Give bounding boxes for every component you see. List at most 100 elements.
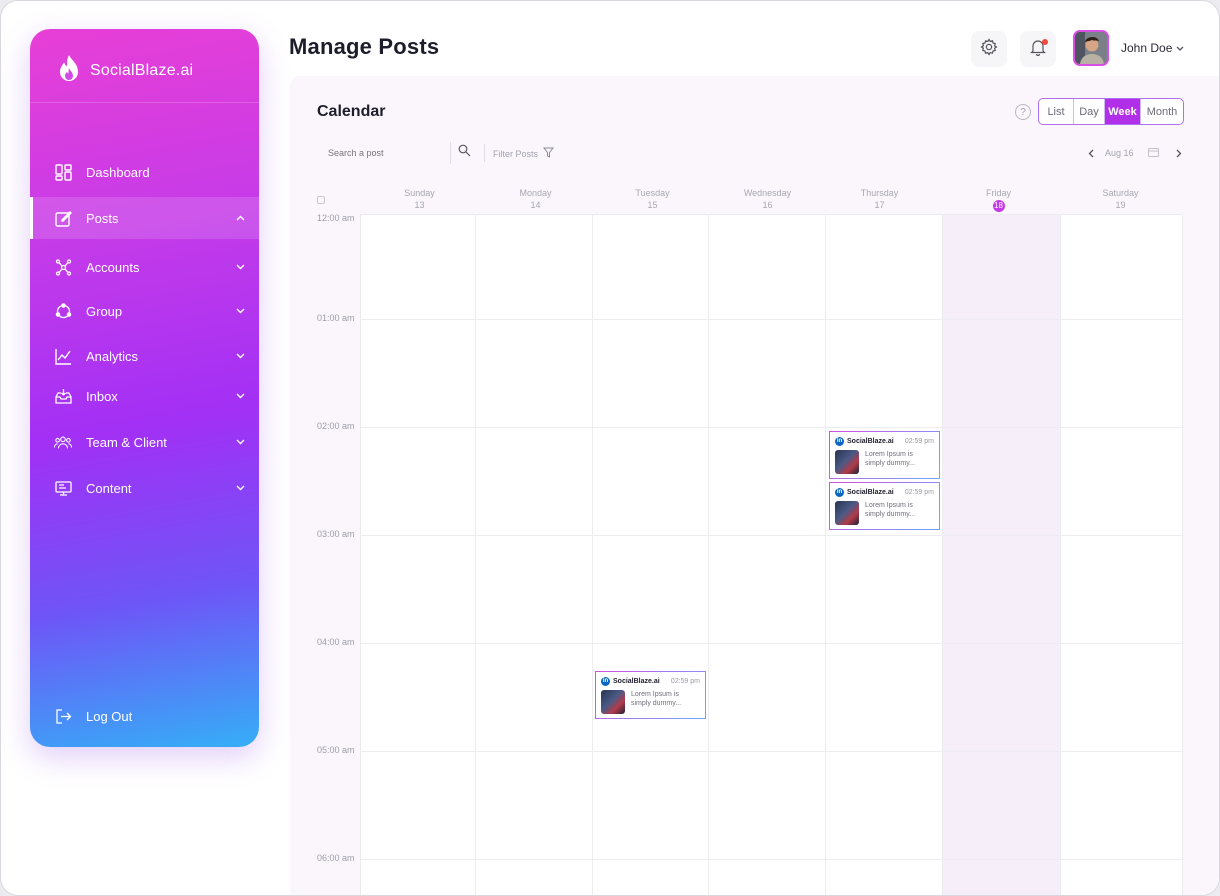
group-icon — [54, 302, 72, 320]
sidebar-item-label: Analytics — [86, 348, 139, 364]
search-button[interactable] — [455, 144, 473, 162]
next-week-button[interactable] — [1173, 147, 1185, 159]
notifications-button[interactable] — [1020, 31, 1056, 67]
sidebar-item-content[interactable]: Content — [30, 467, 259, 509]
post-account: SocialBlaze.ai — [613, 677, 660, 685]
filter-label: Filter Posts — [493, 148, 539, 159]
day-name: Monday — [519, 188, 552, 198]
day-header-wednesday: Wednesday 16 — [709, 187, 826, 211]
team-icon — [54, 433, 72, 451]
day-column[interactable] — [826, 215, 943, 895]
filter-icon — [542, 147, 555, 160]
sidebar-item-dashboard[interactable]: Dashboard — [30, 151, 259, 193]
help-icon[interactable]: ? — [1015, 104, 1031, 120]
prev-week-button[interactable] — [1085, 147, 1097, 159]
logout-button[interactable]: Log Out — [30, 695, 259, 737]
hour-line — [361, 859, 1184, 860]
day-header-sunday: Sunday 13 — [361, 187, 478, 211]
post-account: SocialBlaze.ai — [847, 437, 894, 445]
view-switcher: List Day Week Month — [1038, 98, 1184, 125]
chevron-up-icon — [235, 213, 245, 223]
sidebar-item-label: Group — [86, 303, 123, 319]
chevron-down-icon — [235, 351, 245, 361]
day-header-tuesday: Tuesday 15 — [594, 187, 711, 211]
sidebar-item-group[interactable]: Group — [30, 290, 259, 332]
post-card[interactable]: in SocialBlaze.ai 02:59 pm Lorem Ipsum is … — [595, 671, 706, 719]
day-column[interactable] — [476, 215, 593, 895]
sidebar-item-team-client[interactable]: Team & Client — [30, 421, 259, 463]
accounts-icon — [54, 258, 72, 276]
post-time: 02:59 pm — [904, 488, 934, 496]
inbox-icon — [54, 387, 72, 405]
linkedin-icon: in — [601, 676, 610, 686]
gear-icon — [980, 37, 998, 61]
content-icon — [54, 479, 72, 497]
week-grid[interactable] — [360, 214, 1184, 895]
sidebar: SocialBlaze.ai Dashboard Posts Accounts — [30, 29, 259, 747]
post-time: 02:59 pm — [904, 437, 934, 445]
select-all-checkbox[interactable] — [317, 196, 325, 204]
day-name: Wednesday — [743, 188, 792, 198]
user-menu[interactable]: John Doe — [1121, 41, 1184, 55]
logout-label: Log Out — [86, 708, 133, 724]
settings-button[interactable] — [971, 31, 1007, 67]
page-title: Manage Posts — [289, 34, 440, 59]
flame-logo-icon — [56, 54, 82, 89]
day-column[interactable] — [1061, 215, 1183, 895]
sidebar-item-analytics[interactable]: Analytics — [30, 335, 259, 377]
logout-icon — [54, 707, 72, 725]
post-thumbnail — [835, 450, 859, 474]
hour-line — [361, 427, 1184, 428]
chevron-down-icon — [235, 262, 245, 272]
calendar-title: Calendar — [317, 103, 386, 120]
post-card[interactable]: in SocialBlaze.ai 02:59 pm Lorem Ipsum is … — [829, 431, 940, 479]
sidebar-item-label: Posts — [86, 210, 119, 226]
sidebar-item-label: Content — [86, 480, 132, 496]
sidebar-item-accounts[interactable]: Accounts — [30, 246, 259, 288]
dashboard-icon — [54, 163, 72, 181]
day-column[interactable] — [709, 215, 826, 895]
filter-posts-button[interactable]: Filter Posts — [493, 147, 555, 160]
chevron-down-icon — [235, 306, 245, 316]
day-column-today[interactable] — [943, 215, 1061, 895]
view-tab-list[interactable]: List — [1039, 99, 1074, 124]
chevron-down-icon — [235, 391, 245, 401]
view-tab-month[interactable]: Month — [1141, 99, 1183, 124]
avatar[interactable] — [1073, 30, 1109, 66]
sidebar-item-inbox[interactable]: Inbox — [30, 375, 259, 417]
day-header-monday: Monday 14 — [477, 187, 594, 211]
day-name: Sunday — [404, 188, 435, 198]
search-box — [317, 140, 477, 166]
day-column[interactable] — [593, 215, 709, 895]
day-number: 13 — [414, 200, 425, 210]
linkedin-icon: in — [835, 436, 844, 446]
day-name: Thursday — [860, 188, 899, 198]
sidebar-item-posts[interactable]: Posts — [30, 197, 259, 239]
brand[interactable]: SocialBlaze.ai — [56, 53, 193, 89]
sidebar-item-label: Dashboard — [86, 164, 150, 180]
day-column[interactable] — [361, 215, 476, 895]
post-time: 02:59 pm — [670, 677, 700, 685]
user-name: John Doe — [1121, 41, 1173, 55]
divider — [484, 144, 485, 162]
day-number: 16 — [762, 200, 773, 210]
date-navigator: Aug 16 — [1085, 146, 1185, 160]
sidebar-item-label: Team & Client — [86, 434, 167, 450]
day-number: 17 — [874, 200, 885, 210]
divider — [450, 142, 451, 164]
posts-icon — [54, 209, 72, 227]
calendar-icon[interactable] — [1147, 147, 1159, 159]
linkedin-icon: in — [835, 487, 844, 497]
post-account: SocialBlaze.ai — [847, 488, 894, 496]
post-card[interactable]: in SocialBlaze.ai 02:59 pm Lorem Ipsum is … — [829, 482, 940, 530]
view-tab-week[interactable]: Week — [1105, 99, 1141, 124]
day-name: Tuesday — [635, 188, 670, 198]
analytics-icon — [54, 347, 72, 365]
brand-name: SocialBlaze.ai — [90, 62, 194, 79]
view-tab-day[interactable]: Day — [1074, 99, 1105, 124]
search-input[interactable] — [317, 148, 437, 158]
app-window: SocialBlaze.ai Dashboard Posts Accounts — [0, 0, 1220, 896]
current-date: Aug 16 — [1105, 148, 1134, 158]
time-label: 01:00 am — [317, 313, 355, 323]
post-text: Lorem Ipsum is simply dummy... — [865, 502, 916, 518]
